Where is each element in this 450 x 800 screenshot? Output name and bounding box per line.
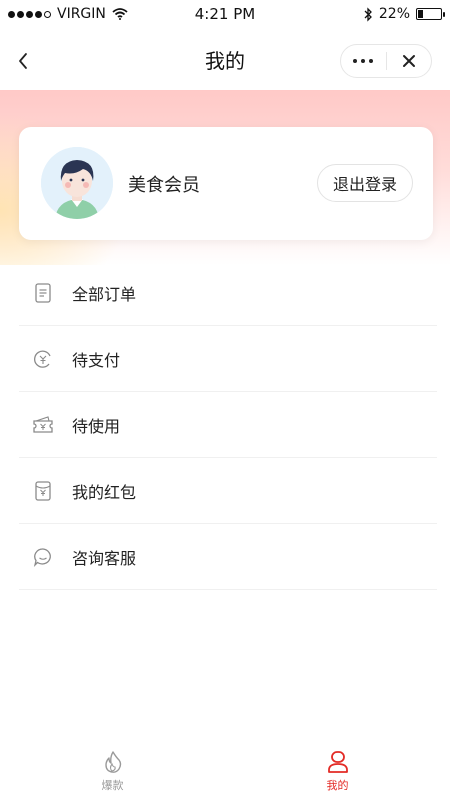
battery-icon [416, 8, 445, 20]
close-icon [402, 55, 415, 67]
back-button[interactable] [10, 48, 36, 74]
menu-item-red-envelope[interactable]: 我的红包 [19, 458, 437, 524]
page-title: 我的 [205, 48, 245, 73]
menu-item-label: 全部订单 [72, 284, 137, 304]
pending-payment-icon [30, 346, 56, 372]
menu-list: 全部订单 待支付 待使用 我的红包 咨询客服 [19, 260, 437, 590]
status-bar: VIRGIN 4:21 PM 22% [0, 0, 450, 28]
chevron-left-icon [19, 53, 27, 69]
battery-level [418, 10, 423, 18]
bluetooth-icon [364, 6, 372, 22]
chat-bubble-icon [30, 544, 56, 570]
tab-label: 爆款 [101, 778, 124, 792]
battery-percent: 22% [378, 6, 410, 22]
ticket-icon [30, 412, 56, 438]
more-dots-icon [353, 59, 374, 63]
carrier-info: VIRGIN [8, 6, 128, 22]
tab-bar: 爆款 我的 [0, 742, 450, 800]
menu-item-label: 咨询客服 [72, 548, 137, 568]
menu-item-to-use[interactable]: 待使用 [19, 392, 437, 458]
flame-icon [104, 750, 121, 773]
close-button[interactable] [387, 45, 432, 77]
menu-item-label: 待支付 [72, 350, 121, 370]
menu-item-label: 待使用 [72, 416, 121, 436]
signal-icon [8, 10, 51, 18]
nav-bar: 我的 [0, 28, 450, 90]
battery-info: 22% [363, 6, 445, 22]
order-list-icon [30, 280, 56, 306]
profile-icon [327, 750, 348, 773]
logout-button[interactable]: 退出登录 [317, 164, 413, 202]
more-button[interactable] [341, 45, 386, 77]
avatar-illustration [41, 147, 113, 219]
menu-item-customer-service[interactable]: 咨询客服 [19, 524, 437, 590]
username: 美食会员 [128, 175, 200, 196]
capsule-menu [340, 44, 432, 78]
menu-item-label: 我的红包 [72, 482, 137, 502]
red-envelope-icon [30, 478, 56, 504]
wifi-icon [112, 8, 128, 20]
menu-item-pending-payment[interactable]: 待支付 [19, 326, 437, 392]
avatar [41, 147, 113, 219]
tab-mine[interactable]: 我的 [225, 742, 450, 800]
menu-item-all-orders[interactable]: 全部订单 [19, 260, 437, 326]
carrier-name: VIRGIN [57, 6, 106, 22]
tab-label: 我的 [326, 778, 349, 792]
profile-card: 美食会员 退出登录 [19, 127, 433, 240]
tab-hot[interactable]: 爆款 [0, 742, 225, 800]
